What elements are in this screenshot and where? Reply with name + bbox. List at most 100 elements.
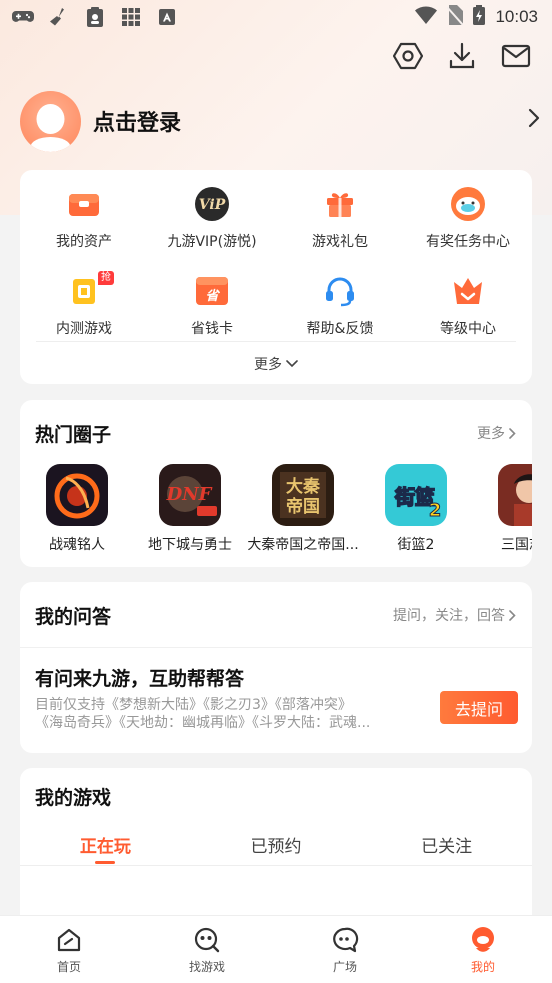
- status-bar: 10:03: [0, 0, 552, 34]
- avatar[interactable]: [20, 90, 81, 152]
- nav-square[interactable]: 广场: [276, 916, 414, 983]
- download-icon[interactable]: [446, 40, 478, 72]
- menu-item-label: 九游VIP(游悦): [167, 234, 257, 250]
- svg-text:2: 2: [429, 500, 442, 521]
- headset-icon: [322, 273, 358, 309]
- qa-desc-line: 目前仅支持《梦想新大陆》《影之刃3》《部落冲突》: [35, 697, 352, 713]
- game-logo: [46, 464, 108, 526]
- more-label: 更多: [254, 357, 282, 373]
- menu-more-button[interactable]: 更多: [20, 354, 532, 374]
- menu-item-help[interactable]: 帮助&反馈: [276, 273, 404, 338]
- menu-item-gift[interactable]: 游戏礼包: [276, 186, 404, 251]
- more-label: 更多: [477, 426, 505, 442]
- gamepad-icon: [12, 7, 34, 27]
- tab-playing[interactable]: 正在玩: [20, 832, 191, 866]
- svg-text:大秦: 大秦: [286, 476, 320, 497]
- menu-item-assets[interactable]: 我的资产: [20, 186, 148, 251]
- menu-item-tasks[interactable]: 有奖任务中心: [404, 186, 532, 251]
- nav-find-game[interactable]: 找游戏: [138, 916, 276, 983]
- divider: [20, 647, 532, 648]
- circle-item[interactable]: DNF 地下城与勇士: [133, 464, 247, 554]
- section-title: 我的问答: [35, 606, 112, 628]
- beta-game-icon: [66, 273, 102, 309]
- vip-icon: ViP: [194, 186, 230, 222]
- wallet-icon: [66, 186, 102, 222]
- svg-text:ViP: ViP: [199, 197, 226, 213]
- circle-item[interactable]: 战魂铭人: [20, 464, 134, 554]
- game-logo: [498, 464, 532, 526]
- chevron-right-icon: [509, 427, 516, 439]
- menu-item-vip[interactable]: ViP 九游VIP(游悦): [148, 186, 276, 251]
- nav-mine[interactable]: 我的: [414, 916, 552, 983]
- game-logo: 街篮 2: [385, 464, 447, 526]
- login-row[interactable]: 点击登录: [20, 90, 540, 152]
- circle-label: 地下城与勇士: [148, 537, 232, 553]
- menu-item-label: 帮助&反馈: [306, 321, 374, 337]
- divider: [36, 341, 516, 342]
- qa-desc-line: 《海岛奇兵》《天地劫：幽城再临》《斗罗大陆：武魂...: [35, 715, 371, 731]
- level-crown-icon: [450, 273, 486, 309]
- svg-text:DNF: DNF: [166, 484, 213, 505]
- nav-label: 我的: [470, 960, 495, 974]
- circle-label: 大秦帝国之帝国...: [247, 537, 359, 553]
- profile-mascot-icon: [469, 926, 497, 954]
- nav-home[interactable]: 首页: [0, 916, 138, 983]
- square-chat-icon: [331, 926, 359, 954]
- svg-text:省: 省: [205, 288, 220, 304]
- circle-item[interactable]: 街篮 2 街篮2: [359, 464, 473, 554]
- game-logo: 大秦 帝国: [272, 464, 334, 526]
- circle-list: 战魂铭人 DNF 地下城与勇士 大秦 帝国 大秦帝国之帝国... 街篮 2 街篮2 …: [20, 464, 532, 564]
- svg-text:帝国: 帝国: [286, 496, 320, 517]
- circles-more-link[interactable]: 更多: [477, 423, 516, 443]
- menu-item-beta[interactable]: 抢 内测游戏: [20, 271, 148, 338]
- ask-question-button[interactable]: 去提问: [440, 691, 518, 724]
- nav-label: 广场: [332, 960, 357, 974]
- broom-icon: [48, 7, 70, 27]
- gift-icon: [322, 186, 358, 222]
- tab-followed[interactable]: 已关注: [361, 832, 532, 866]
- game-tabs: 正在玩 已预约 已关注: [20, 832, 532, 866]
- more-label: 提问，关注，回答: [393, 608, 505, 624]
- find-game-icon: [193, 926, 221, 954]
- hot-circles-card: 热门圈子 更多 战魂铭人 DNF 地下城与勇士 大秦 帝国 大秦帝国之帝国... …: [20, 400, 532, 567]
- grid-icon: [120, 7, 142, 27]
- task-mascot-icon: [450, 186, 486, 222]
- mail-icon[interactable]: [500, 40, 532, 72]
- font-a-icon: [156, 7, 178, 27]
- game-logo: DNF: [159, 464, 221, 526]
- tab-reserved[interactable]: 已预约: [191, 832, 362, 866]
- menu-item-label: 我的资产: [56, 234, 112, 250]
- home-icon: [55, 926, 83, 954]
- saving-card-icon: 省: [194, 273, 230, 309]
- profile-toolbar: [392, 40, 532, 72]
- chevron-right-icon[interactable]: [528, 108, 540, 132]
- nav-label: 首页: [56, 960, 81, 974]
- qa-heading: 有问来九游，互助帮帮答: [35, 668, 245, 690]
- circle-label: 三国志幻: [501, 537, 532, 553]
- bottom-nav: 首页 找游戏 广场 我的: [0, 915, 552, 983]
- menu-item-label: 内测游戏: [56, 321, 112, 337]
- menu-item-label: 有奖任务中心: [426, 234, 510, 250]
- feature-menu-card: 我的资产 ViP 九游VIP(游悦) 游戏礼包 有奖任务中心 抢 内测游戏 省 …: [20, 170, 532, 384]
- section-title: 我的游戏: [35, 787, 112, 809]
- new-badge: 抢: [98, 271, 114, 285]
- my-games-card: 我的游戏 正在玩 已预约 已关注: [20, 768, 532, 938]
- circle-item[interactable]: 三国志幻: [472, 464, 532, 554]
- menu-item-label: 游戏礼包: [312, 234, 368, 250]
- status-time: 10:03: [495, 7, 538, 26]
- menu-item-saving-card[interactable]: 省 省钱卡: [148, 273, 276, 338]
- settings-hex-icon[interactable]: [392, 40, 424, 72]
- qa-more-link[interactable]: 提问，关注，回答: [393, 605, 516, 625]
- menu-item-level[interactable]: 等级中心: [404, 273, 532, 338]
- battery-charging-icon: [473, 5, 486, 29]
- section-title: 热门圈子: [35, 424, 112, 446]
- circle-item[interactable]: 大秦 帝国 大秦帝国之帝国...: [246, 464, 360, 554]
- nav-label: 找游戏: [188, 960, 225, 974]
- circle-label: 街篮2: [397, 537, 435, 553]
- wifi-icon: [415, 6, 438, 28]
- login-label[interactable]: 点击登录: [93, 105, 181, 137]
- no-sim-icon: [446, 5, 465, 29]
- divider: [20, 865, 532, 866]
- circle-label: 战魂铭人: [49, 537, 105, 553]
- menu-item-label: 省钱卡: [191, 321, 233, 337]
